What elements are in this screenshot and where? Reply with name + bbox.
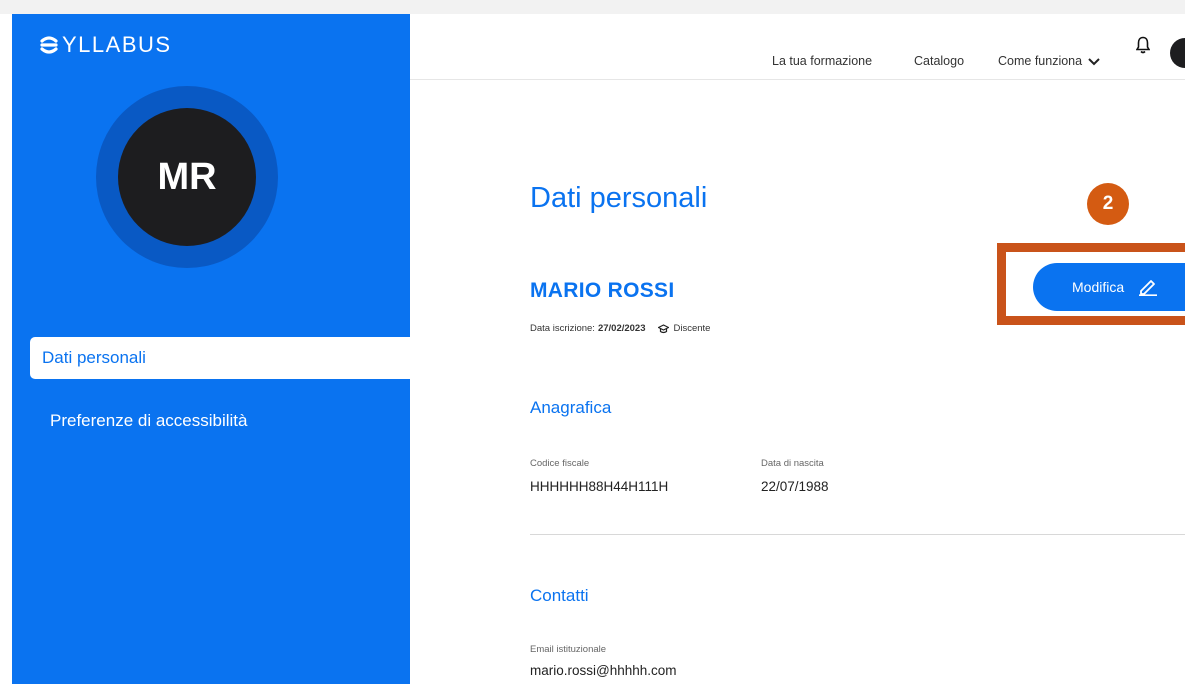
user-role: Discente [673,323,711,334]
user-menu-avatar[interactable] [1170,38,1185,68]
user-full-name: MARIO ROSSI [530,279,675,302]
avatar-initials: MR [157,155,217,198]
codice-fiscale-value: HHHHHH88H44H111H [530,479,669,494]
chevron-down-icon [1088,55,1100,69]
avatar: MR [118,108,256,246]
page-title: Dati personali [530,182,708,214]
brand-logo[interactable]: YLLABUS [38,32,172,58]
step-badge: 2 [1087,183,1129,225]
nav-menu-label: Come funziona [998,54,1083,68]
user-meta: Data iscrizione: 27/02/2023 Discente [530,323,710,334]
email-istituzionale-label: Email istituzionale [530,644,607,655]
graduation-cap-icon [657,323,669,334]
nav-link-catalogo[interactable]: Catalogo [914,54,964,68]
nav-link-la-tua-formazione[interactable]: La tua formazione [772,54,872,68]
edit-button[interactable]: Modifica [1033,263,1185,311]
syllabus-logo-icon [40,36,58,54]
step-badge-number: 2 [1102,193,1114,214]
top-header: La tua formazione Catalogo Come funziona [410,14,1185,80]
section-title-contatti: Contatti [530,586,589,605]
sidebar-item-label: Dati personali [42,348,146,367]
section-title-anagrafica: Anagrafica [530,398,612,417]
codice-fiscale-label: Codice fiscale [530,458,590,469]
email-istituzionale-value: mario.rossi@hhhhh.com [530,663,677,678]
enrollment-label: Data iscrizione: [530,323,595,334]
enrollment-date: 27/02/2023 [597,323,646,334]
section-divider [530,534,1185,535]
data-nascita-value: 22/07/1988 [761,479,829,494]
sidebar-item-label: Preferenze di accessibilità [50,411,248,430]
nav-menu-come-funziona[interactable]: Come funziona [998,54,1100,69]
top-strip [0,0,1185,14]
data-nascita-label: Data di nascita [761,458,824,469]
sidebar-item-dati-personali[interactable]: Dati personali [30,337,410,379]
bell-icon[interactable] [1135,36,1151,59]
edit-button-label: Modifica [1072,279,1125,295]
pencil-icon [1139,280,1158,296]
sidebar-item-preferenze-accessibilita[interactable]: Preferenze di accessibilità [50,411,247,431]
brand-logo-text: YLLABUS [62,32,172,57]
